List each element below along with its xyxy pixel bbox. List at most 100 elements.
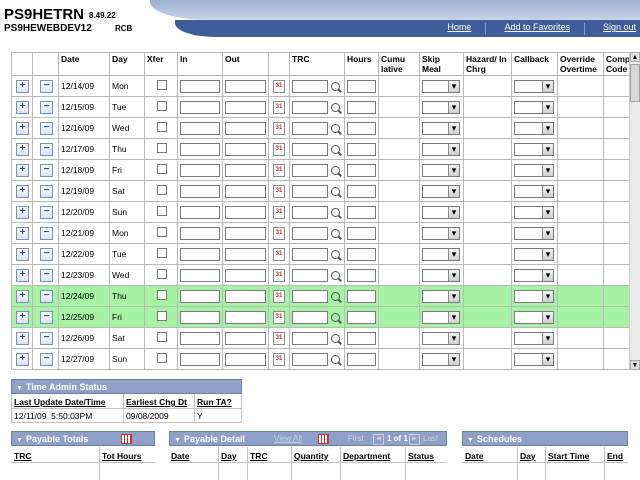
previous-arrow-icon[interactable]: ◀ (373, 434, 384, 445)
collapse-triangle-icon[interactable]: ▼ (16, 385, 23, 392)
callback-select[interactable] (514, 142, 554, 156)
callback-select[interactable] (514, 163, 554, 177)
skip-meal-select[interactable] (422, 289, 460, 303)
xfer-checkbox[interactable] (157, 164, 167, 174)
hours-input[interactable] (347, 289, 376, 303)
skip-meal-select[interactable] (422, 331, 460, 345)
last-link[interactable]: Last (423, 434, 438, 443)
trc-input[interactable] (292, 79, 328, 93)
add-row-plus-icon[interactable]: + (16, 100, 29, 114)
callback-select[interactable] (514, 100, 554, 114)
lookup-magnifier-icon[interactable] (331, 354, 340, 364)
delete-row-minus-icon[interactable]: − (40, 142, 53, 156)
lookup-magnifier-icon[interactable] (331, 291, 340, 301)
in-time-input[interactable] (180, 79, 220, 93)
calendar-icon[interactable]: 31 (273, 247, 285, 261)
out-time-input[interactable] (225, 184, 266, 198)
calendar-icon[interactable]: 31 (273, 184, 285, 198)
in-time-input[interactable] (180, 121, 220, 135)
xfer-checkbox[interactable] (157, 290, 167, 300)
calendar-icon[interactable]: 31 (273, 163, 285, 177)
calendar-icon[interactable]: 31 (273, 226, 285, 240)
callback-select[interactable] (514, 121, 554, 135)
delete-row-minus-icon[interactable]: − (40, 268, 53, 282)
xfer-checkbox[interactable] (157, 353, 167, 363)
lookup-magnifier-icon[interactable] (331, 186, 340, 196)
scroll-down-arrow-icon[interactable]: ▼ (630, 360, 640, 370)
out-time-input[interactable] (225, 352, 266, 366)
lookup-magnifier-icon[interactable] (331, 312, 340, 322)
xfer-checkbox[interactable] (157, 227, 167, 237)
trc-input[interactable] (292, 142, 328, 156)
add-row-plus-icon[interactable]: + (16, 268, 29, 282)
out-time-input[interactable] (225, 289, 266, 303)
trc-input[interactable] (292, 163, 328, 177)
scrollbar-thumb[interactable] (630, 64, 640, 102)
add-row-plus-icon[interactable]: + (16, 205, 29, 219)
calendar-icon[interactable]: 31 (273, 100, 285, 114)
trc-input[interactable] (292, 226, 328, 240)
in-time-input[interactable] (180, 226, 220, 240)
add-row-plus-icon[interactable]: + (16, 226, 29, 240)
add-row-plus-icon[interactable]: + (16, 289, 29, 303)
collapse-triangle-icon[interactable]: ▼ (467, 437, 474, 444)
hours-input[interactable] (347, 79, 376, 93)
out-time-input[interactable] (225, 247, 266, 261)
skip-meal-select[interactable] (422, 205, 460, 219)
callback-select[interactable] (514, 352, 554, 366)
grid-view-icon[interactable] (121, 434, 132, 444)
lookup-magnifier-icon[interactable] (331, 228, 340, 238)
calendar-icon[interactable]: 31 (273, 121, 285, 135)
delete-row-minus-icon[interactable]: − (40, 226, 53, 240)
trc-input[interactable] (292, 184, 328, 198)
hours-input[interactable] (347, 268, 376, 282)
in-time-input[interactable] (180, 310, 220, 324)
xfer-checkbox[interactable] (157, 122, 167, 132)
callback-select[interactable] (514, 310, 554, 324)
xfer-checkbox[interactable] (157, 143, 167, 153)
xfer-checkbox[interactable] (157, 185, 167, 195)
out-time-input[interactable] (225, 100, 266, 114)
grid-vertical-scrollbar[interactable]: ▲ ▼ (629, 52, 640, 370)
in-time-input[interactable] (180, 247, 220, 261)
calendar-icon[interactable]: 31 (273, 352, 285, 366)
calendar-icon[interactable]: 31 (273, 205, 285, 219)
callback-select[interactable] (514, 79, 554, 93)
lookup-magnifier-icon[interactable] (331, 270, 340, 280)
home-link[interactable]: Home (429, 22, 471, 35)
add-row-plus-icon[interactable]: + (16, 331, 29, 345)
callback-select[interactable] (514, 205, 554, 219)
in-time-input[interactable] (180, 352, 220, 366)
delete-row-minus-icon[interactable]: − (40, 352, 53, 366)
out-time-input[interactable] (225, 226, 266, 240)
lookup-magnifier-icon[interactable] (331, 207, 340, 217)
trc-input[interactable] (292, 247, 328, 261)
in-time-input[interactable] (180, 184, 220, 198)
hours-input[interactable] (347, 247, 376, 261)
schedules-header[interactable]: ▼ Schedules (462, 431, 628, 446)
xfer-checkbox[interactable] (157, 101, 167, 111)
calendar-icon[interactable]: 31 (273, 79, 285, 93)
skip-meal-select[interactable] (422, 184, 460, 198)
time-admin-status-header[interactable]: ▼ Time Admin Status (11, 379, 242, 394)
in-time-input[interactable] (180, 142, 220, 156)
lookup-magnifier-icon[interactable] (331, 123, 340, 133)
trc-input[interactable] (292, 310, 328, 324)
lookup-magnifier-icon[interactable] (331, 333, 340, 343)
xfer-checkbox[interactable] (157, 80, 167, 90)
payable-totals-header[interactable]: ▼ Payable Totals (11, 431, 155, 446)
skip-meal-select[interactable] (422, 79, 460, 93)
calendar-icon[interactable]: 31 (273, 289, 285, 303)
lookup-magnifier-icon[interactable] (331, 144, 340, 154)
hours-input[interactable] (347, 163, 376, 177)
xfer-checkbox[interactable] (157, 311, 167, 321)
trc-input[interactable] (292, 100, 328, 114)
add-row-plus-icon[interactable]: + (16, 79, 29, 93)
scroll-up-arrow-icon[interactable]: ▲ (630, 52, 640, 62)
hours-input[interactable] (347, 100, 376, 114)
lookup-magnifier-icon[interactable] (331, 249, 340, 259)
add-row-plus-icon[interactable]: + (16, 310, 29, 324)
callback-select[interactable] (514, 184, 554, 198)
out-time-input[interactable] (225, 163, 266, 177)
trc-input[interactable] (292, 121, 328, 135)
